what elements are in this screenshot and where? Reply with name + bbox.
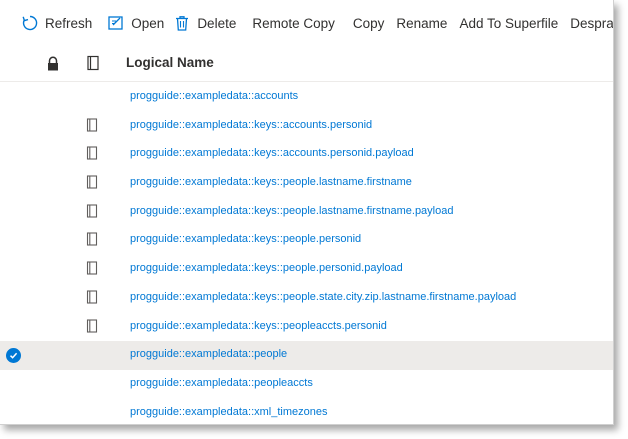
- book-icon: [86, 204, 98, 218]
- trash-icon: [172, 13, 192, 33]
- logical-name-link[interactable]: progguide::exampledata::xml_timezones: [130, 406, 328, 418]
- logical-name-link[interactable]: progguide::exampledata::keys::people.las…: [130, 176, 412, 188]
- table-row[interactable]: progguide::exampledata::keys::people.per…: [0, 226, 613, 255]
- toolbar: Refresh Open Delete Remote Copy Copy Ren…: [0, 0, 614, 46]
- open-button[interactable]: Open: [102, 8, 168, 38]
- table-row[interactable]: progguide::exampledata::accounts: [0, 83, 613, 112]
- open-label: Open: [131, 15, 165, 31]
- refresh-label: Refresh: [45, 15, 93, 31]
- table-row[interactable]: progguide::exampledata::keys::people.las…: [0, 169, 613, 198]
- refresh-icon: [20, 13, 40, 33]
- table-row[interactable]: progguide::exampledata::keys::people.las…: [0, 198, 613, 227]
- logical-name-link[interactable]: progguide::exampledata::keys::accounts.p…: [130, 119, 372, 131]
- logical-name-link[interactable]: progguide::exampledata::accounts: [130, 90, 298, 102]
- despray-button[interactable]: Despray: [564, 8, 614, 38]
- book-icon: [86, 318, 98, 333]
- open-icon: [106, 13, 126, 33]
- remote-copy-label: Remote Copy: [252, 15, 335, 31]
- despray-label: Despray: [570, 15, 614, 31]
- table-header: Logical Name: [0, 46, 613, 82]
- table-row[interactable]: progguide::exampledata::keys::peopleacct…: [0, 313, 613, 342]
- logical-name-link[interactable]: progguide::exampledata::keys::people.las…: [130, 205, 453, 217]
- delete-label: Delete: [197, 15, 237, 31]
- table-row[interactable]: progguide::exampledata::keys::people.sta…: [0, 284, 613, 313]
- rename-button[interactable]: Rename: [390, 8, 453, 38]
- book-icon[interactable]: [86, 55, 100, 71]
- lock-icon[interactable]: [46, 56, 60, 72]
- rename-label: Rename: [396, 15, 448, 31]
- add-to-superfile-label: Add To Superfile: [459, 15, 559, 31]
- logical-name-link[interactable]: progguide::exampledata::keys::people.per…: [130, 262, 403, 274]
- file-list-window: Refresh Open Delete Remote Copy Copy Ren…: [0, 0, 614, 425]
- logical-name-link[interactable]: progguide::exampledata::peopleaccts: [130, 377, 313, 389]
- logical-name-link[interactable]: progguide::exampledata::keys::people.per…: [130, 233, 361, 245]
- logical-name-link[interactable]: progguide::exampledata::keys::peopleacct…: [130, 320, 387, 332]
- delete-button[interactable]: Delete: [168, 8, 240, 38]
- logical-name-link[interactable]: progguide::exampledata::keys::accounts.p…: [130, 147, 414, 159]
- book-icon: [86, 290, 98, 304]
- table-row[interactable]: progguide::exampledata::people: [0, 341, 613, 370]
- remote-copy-button[interactable]: Remote Copy: [246, 8, 341, 38]
- table-row[interactable]: progguide::exampledata::keys::people.per…: [0, 255, 613, 284]
- book-icon: [86, 146, 98, 160]
- book-icon: [86, 175, 98, 189]
- logical-name-link[interactable]: progguide::exampledata::keys::people.sta…: [130, 291, 516, 303]
- book-icon: [86, 232, 98, 246]
- table-row[interactable]: progguide::exampledata::keys::accounts.p…: [0, 112, 613, 141]
- book-icon: [86, 261, 98, 275]
- file-list: progguide::exampledata::accountsprogguid…: [0, 83, 613, 424]
- column-header-logical-name[interactable]: Logical Name: [126, 55, 214, 70]
- table-row[interactable]: progguide::exampledata::xml_timezones: [0, 399, 613, 424]
- copy-label: Copy: [352, 15, 385, 31]
- table-row[interactable]: progguide::exampledata::peopleaccts: [0, 370, 613, 399]
- copy-button[interactable]: Copy: [347, 8, 391, 38]
- logical-name-link[interactable]: progguide::exampledata::people: [130, 348, 287, 360]
- table-row[interactable]: progguide::exampledata::keys::accounts.p…: [0, 140, 613, 169]
- checkmark-icon[interactable]: [6, 348, 21, 364]
- add-to-superfile-button[interactable]: Add To Superfile: [453, 8, 564, 38]
- refresh-button[interactable]: Refresh: [16, 8, 96, 38]
- book-icon: [86, 118, 98, 132]
